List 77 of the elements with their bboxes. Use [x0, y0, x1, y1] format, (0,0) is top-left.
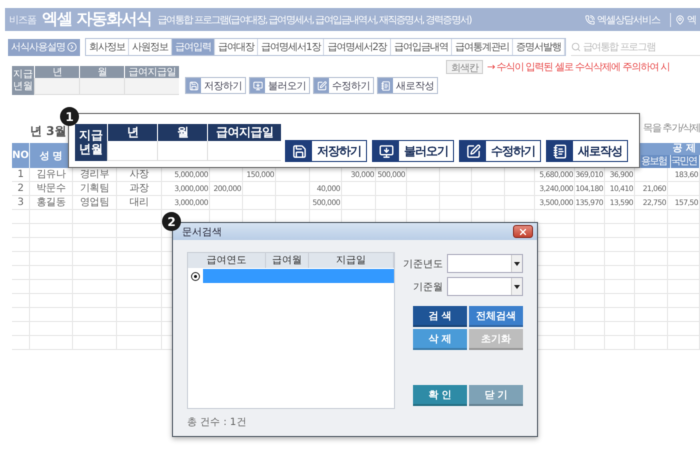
table-cell-text: 기획팀: [78, 182, 110, 196]
brand-label: 비즈폼: [9, 14, 36, 26]
chevron-circle-icon: [67, 42, 77, 52]
new-button[interactable]: 새로작성: [546, 140, 628, 162]
caret-icon: [514, 284, 520, 288]
input-cell[interactable]: [79, 78, 124, 95]
column-header: 년: [34, 66, 79, 78]
dialog-title: 문서검색: [182, 226, 222, 238]
input-cell[interactable]: [124, 78, 179, 95]
column-header: 급여연도: [188, 253, 266, 268]
warning-text: → 수식이 입력된 셀로 수식삭제에 주의하여 시: [487, 61, 670, 74]
table-cell-text: 3: [16, 196, 25, 210]
table-cell-text: 대리: [128, 196, 150, 210]
notepad-icon: [380, 80, 390, 90]
table-cell-text: 박문수: [35, 182, 67, 196]
dialog-button[interactable]: 전체검색: [469, 306, 523, 327]
record-count: 총 건수 : 1건: [187, 416, 248, 429]
column-header: 년: [107, 124, 157, 141]
period-label: 지급 년월: [12, 66, 34, 95]
table-cell-text: 김유나: [35, 168, 67, 182]
edit-button[interactable]: 수정하기: [313, 77, 374, 94]
column-header: NO: [12, 150, 29, 161]
monitor-download-icon: [252, 80, 262, 90]
table-cell-text: 1: [16, 168, 25, 182]
list-row[interactable]: [203, 269, 394, 283]
input-cell[interactable]: [107, 141, 157, 161]
new-button[interactable]: 새로작성: [377, 77, 438, 94]
monitor-download-icon: [378, 144, 394, 158]
column-header: 월: [79, 66, 124, 78]
column-header: 지급일: [309, 253, 394, 268]
pencil-square-icon: [466, 144, 480, 158]
period-label: 지급 년월: [75, 124, 107, 161]
dropdown-field[interactable]: [447, 254, 523, 273]
column-header: 급여지급일: [207, 124, 281, 141]
column-header: 월: [157, 124, 207, 141]
pencil-square-icon: [316, 80, 326, 90]
input-cell[interactable]: [34, 78, 79, 95]
nav-tab[interactable]: 사원정보: [129, 39, 172, 55]
table-cell-text: 과장: [128, 182, 150, 196]
app-title: 엑셀 자동화서식: [42, 9, 152, 30]
table-cell-text: 경리부: [78, 168, 110, 182]
close-icon: [518, 226, 528, 236]
input-cell[interactable]: [157, 141, 207, 161]
row-marker-icon: [191, 272, 200, 280]
table-cell-text: 사장: [128, 168, 150, 182]
notepad-icon: [552, 144, 568, 158]
pin-icon: [675, 14, 685, 24]
save-icon: [292, 144, 306, 158]
column-header: 용보험: [641, 155, 671, 168]
filter-label: 기준년도: [403, 258, 443, 270]
table-cell-text: 영업팀: [78, 196, 110, 210]
save-icon: [188, 80, 198, 90]
column-header: 성 명: [39, 150, 63, 162]
load-button[interactable]: 불러오기: [372, 140, 454, 162]
dropdown-field[interactable]: [447, 277, 523, 296]
column-header: 국민연: [671, 155, 700, 168]
edit-button[interactable]: 수정하기: [459, 140, 541, 162]
input-cell[interactable]: [207, 141, 281, 161]
sheet-title: 년 3월: [30, 123, 67, 140]
phone-icon: [585, 14, 595, 24]
save-button[interactable]: 저장하기: [285, 140, 367, 162]
save-button[interactable]: 저장하기: [185, 77, 246, 94]
dialog-button[interactable]: 검 색: [413, 306, 467, 327]
table-cell-text: 2: [16, 182, 25, 196]
search-icon: [570, 42, 581, 52]
column-group-header: 공 제: [672, 143, 697, 155]
app-subtitle: 급여통합 프로그램(급여대장, 급여명세서, 급여입금내역서, 재직증명서, 경력증명서): [158, 14, 472, 26]
column-header: 급여월: [266, 253, 309, 268]
dialog-button[interactable]: 확 인: [413, 385, 467, 406]
sheet-note: 목을 추가/삭제: [643, 122, 700, 134]
filter-label: 기준월: [413, 280, 443, 294]
step-badge: 1: [60, 107, 79, 126]
caret-icon: [514, 262, 520, 266]
load-button[interactable]: 불러오기: [249, 77, 310, 94]
column-header: 급여지급일: [124, 66, 179, 78]
table-cell-text: 홍길동: [35, 196, 67, 210]
close-button[interactable]: [513, 225, 533, 238]
